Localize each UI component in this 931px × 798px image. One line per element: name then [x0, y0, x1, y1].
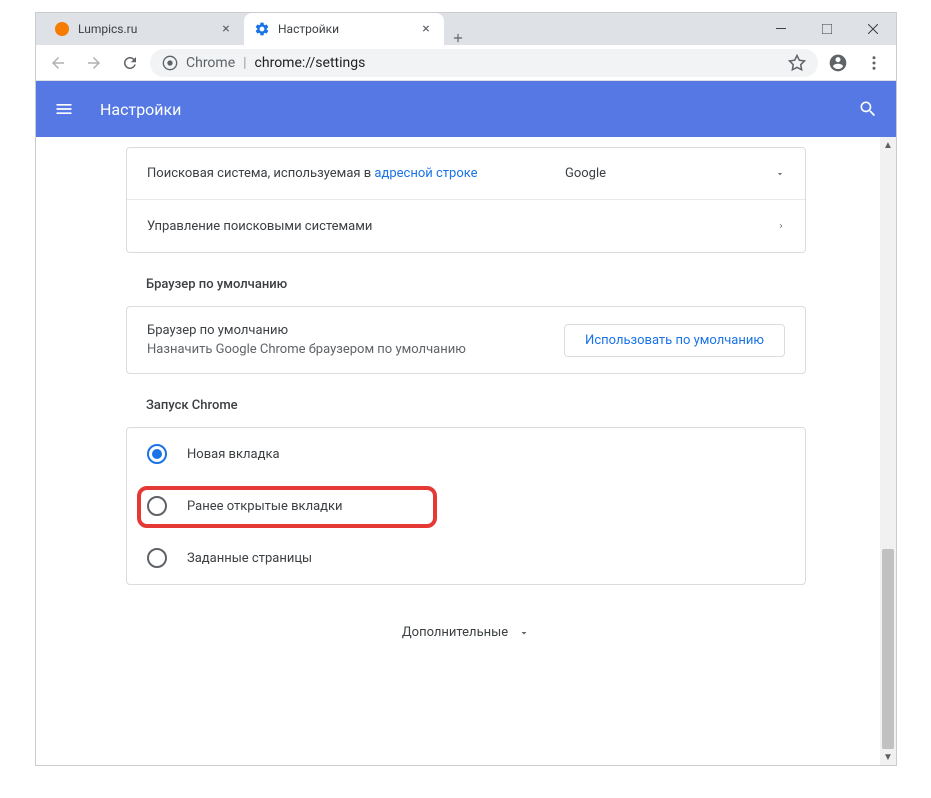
default-browser-subtitle: Назначить Google Chrome браузером по умо…: [147, 342, 564, 357]
set-default-button[interactable]: Использовать по умолчанию: [564, 324, 785, 357]
startup-option-previous-tabs[interactable]: Ранее открытые вкладки: [127, 480, 805, 532]
default-browser-title: Браузер по умолчанию: [147, 323, 564, 338]
startup-section-title: Запуск Chrome: [146, 398, 806, 413]
scroll-track[interactable]: [880, 153, 896, 749]
startup-option-specific-pages[interactable]: Заданные страницы: [127, 532, 805, 584]
forward-button[interactable]: [78, 47, 110, 79]
radio-icon: [147, 496, 167, 516]
minimize-button[interactable]: [758, 13, 804, 45]
scrollbar[interactable]: ▲ ▼: [880, 137, 896, 765]
url-prefix: Chrome: [186, 55, 235, 71]
close-window-button[interactable]: [850, 13, 896, 45]
default-browser-section-title: Браузер по умолчанию: [146, 277, 806, 292]
advanced-toggle[interactable]: Дополнительные: [126, 625, 806, 640]
startup-option-new-tab[interactable]: Новая вкладка: [127, 428, 805, 480]
settings-topbar: Настройки: [36, 81, 896, 137]
radio-icon: [147, 548, 167, 568]
chevron-down-icon: [518, 627, 530, 639]
address-bar: Chrome | chrome://settings: [36, 45, 896, 81]
url-divider: |: [243, 55, 246, 71]
tab-title: Настройки: [278, 22, 410, 36]
search-engine-card: Поисковая система, используемая в адресн…: [126, 147, 806, 253]
manage-search-engines-row[interactable]: Управление поисковыми системами: [127, 200, 805, 252]
radio-label: Ранее открытые вкладки: [187, 499, 343, 514]
titlebar: Lumpics.ru × Настройки ×: [36, 13, 896, 45]
reload-button[interactable]: [114, 47, 146, 79]
back-button[interactable]: [42, 47, 74, 79]
dropdown-arrow-icon: [775, 169, 785, 179]
window-controls: [758, 13, 896, 45]
tab-strip: Lumpics.ru × Настройки ×: [36, 13, 758, 45]
url-path: chrome://settings: [255, 55, 366, 71]
default-browser-card: Браузер по умолчанию Назначить Google Ch…: [126, 306, 806, 374]
search-icon[interactable]: [856, 97, 880, 121]
omnibox[interactable]: Chrome | chrome://settings: [150, 49, 818, 77]
manage-search-engines-label: Управление поисковыми системами: [147, 219, 777, 234]
address-bar-link[interactable]: адресной строке: [374, 166, 477, 181]
close-icon[interactable]: ×: [218, 21, 234, 37]
bookmark-star-icon[interactable]: [788, 54, 806, 72]
search-engine-dropdown[interactable]: Google: [565, 166, 785, 181]
search-engine-label: Поисковая система, используемая в адресн…: [147, 166, 565, 181]
radio-label: Новая вкладка: [187, 447, 280, 462]
default-browser-row: Браузер по умолчанию Назначить Google Ch…: [127, 307, 805, 373]
radio-icon: [147, 444, 167, 464]
content-area: Поисковая система, используемая в адресн…: [36, 137, 896, 765]
startup-options-card: Новая вкладка Ранее открытые вкладки Зад…: [126, 427, 806, 585]
profile-avatar-icon[interactable]: [822, 47, 854, 79]
advanced-label: Дополнительные: [402, 625, 508, 640]
scroll-up-icon[interactable]: ▲: [880, 137, 896, 153]
chevron-right-icon: [777, 220, 785, 232]
search-engine-row[interactable]: Поисковая система, используемая в адресн…: [127, 148, 805, 200]
tab-lumpics[interactable]: Lumpics.ru ×: [44, 13, 244, 45]
scroll-down-icon[interactable]: ▼: [880, 749, 896, 765]
chrome-icon: [162, 55, 178, 71]
maximize-button[interactable]: [804, 13, 850, 45]
new-tab-button[interactable]: [444, 31, 472, 45]
scroll-thumb[interactable]: [882, 549, 894, 749]
close-icon[interactable]: ×: [418, 21, 434, 37]
orange-favicon-icon: [54, 21, 70, 37]
hamburger-menu-icon[interactable]: [52, 97, 76, 121]
tab-title: Lumpics.ru: [78, 22, 210, 36]
search-engine-value: Google: [565, 166, 606, 181]
radio-label: Заданные страницы: [187, 551, 312, 566]
kebab-menu-icon[interactable]: [858, 47, 890, 79]
settings-favicon-icon: [254, 21, 270, 37]
page-title: Настройки: [100, 100, 856, 119]
tab-settings[interactable]: Настройки ×: [244, 13, 444, 45]
